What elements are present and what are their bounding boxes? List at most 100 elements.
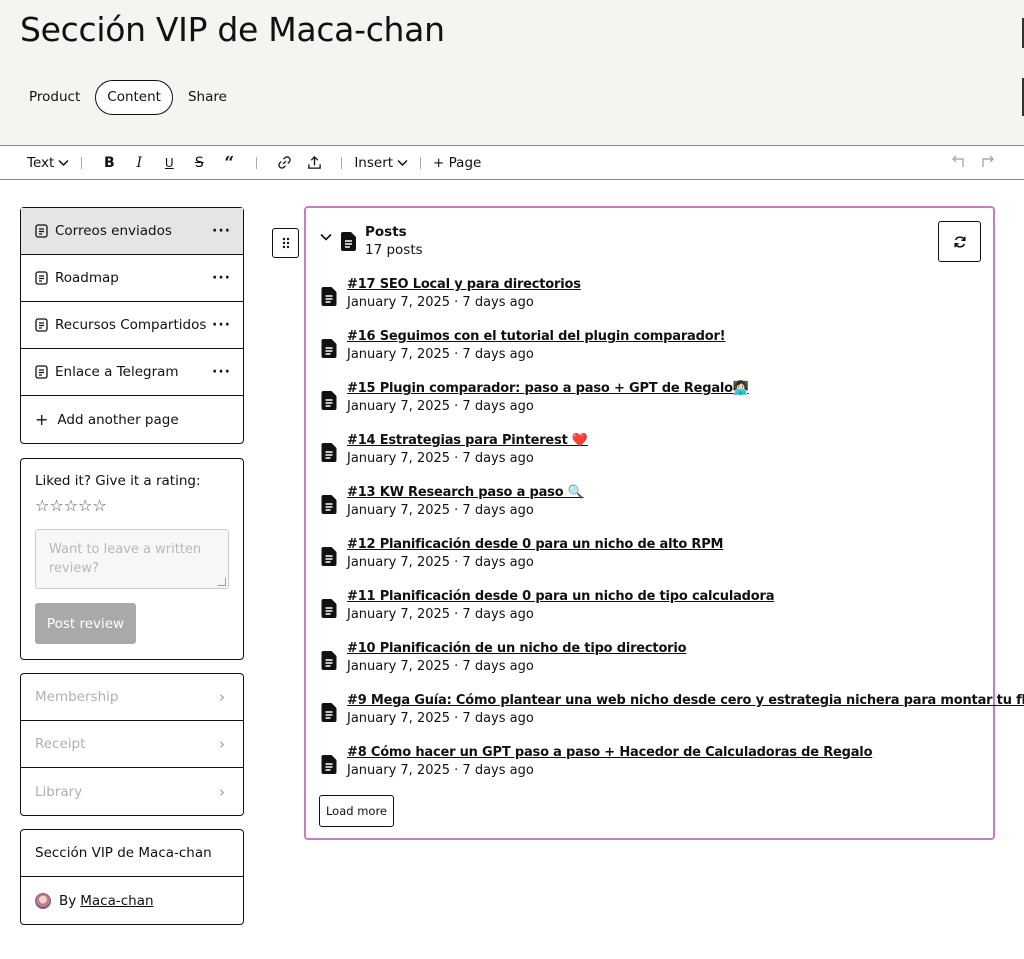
text-style-dropdown[interactable]: Text <box>27 155 69 171</box>
review-textarea[interactable]: Want to leave a written review? <box>35 529 229 589</box>
refresh-button[interactable] <box>938 221 981 262</box>
product-header: Sección VIP de Maca-chan Product Content… <box>0 0 1024 146</box>
document-icon <box>321 599 337 618</box>
sidebar: Correos enviados ··· Roadmap ··· Recurso… <box>20 207 244 925</box>
posts-header: Posts 17 posts <box>320 224 423 258</box>
membership-link[interactable]: Membership › <box>21 674 243 721</box>
rating-title: Liked it? Give it a rating: <box>35 473 201 489</box>
post-date: January 7, 2025 · 7 days ago <box>347 451 534 466</box>
header-tabs: Product Content Share <box>20 80 236 115</box>
quote-button[interactable]: “ <box>214 153 244 173</box>
document-icon <box>35 271 48 285</box>
by-label: By <box>59 892 77 909</box>
posts-count: 17 posts <box>365 242 423 258</box>
drag-handle[interactable] <box>272 228 299 258</box>
chevron-down-icon <box>397 159 408 166</box>
history-controls <box>952 146 994 179</box>
page-item-label: Recursos Compartidos <box>55 317 207 333</box>
post-item: #8 Cómo hacer un GPT paso a paso + Haced… <box>320 744 980 796</box>
undo-button[interactable] <box>952 154 966 172</box>
post-title-link[interactable]: #17 SEO Local y para directorios <box>347 276 581 293</box>
link-button[interactable] <box>269 155 299 170</box>
post-item: #15 Plugin comparador: paso a paso + GPT… <box>320 380 980 432</box>
page-item-label: Enlace a Telegram <box>55 364 179 380</box>
post-review-button[interactable]: Post review <box>35 603 136 644</box>
tab-content[interactable]: Content <box>95 80 173 115</box>
document-icon <box>321 391 337 410</box>
post-item: #12 Planificación desde 0 para un nicho … <box>320 536 980 588</box>
post-title-link[interactable]: #11 Planificación desde 0 para un nicho … <box>347 588 775 605</box>
strikethrough-button[interactable]: S <box>184 155 214 171</box>
receipt-link[interactable]: Receipt › <box>21 721 243 768</box>
tab-share[interactable]: Share <box>179 80 236 115</box>
document-icon <box>35 318 48 332</box>
resize-handle[interactable] <box>218 578 226 586</box>
tab-product[interactable]: Product <box>20 80 89 115</box>
upload-button[interactable] <box>299 155 329 170</box>
post-title-link[interactable]: #14 Estrategias para Pinterest ❤️ <box>347 432 588 449</box>
add-another-page-button[interactable]: + Add another page <box>21 396 243 443</box>
post-list: #17 SEO Local y para directorios January… <box>320 276 1024 796</box>
add-page-label: Add another page <box>57 411 179 428</box>
page-item-enlace-telegram[interactable]: Enlace a Telegram ··· <box>21 349 243 396</box>
avatar <box>35 892 51 909</box>
post-title-link[interactable]: #12 Planificación desde 0 para un nicho … <box>347 536 723 553</box>
document-icon <box>321 547 337 566</box>
document-icon <box>35 224 48 238</box>
post-item: #11 Planificación desde 0 para un nicho … <box>320 588 980 640</box>
post-date: January 7, 2025 · 7 days ago <box>347 763 534 778</box>
toolbar-divider <box>81 156 83 169</box>
post-title-link[interactable]: #15 Plugin comparador: paso a paso + GPT… <box>347 380 749 397</box>
document-icon <box>321 287 337 306</box>
document-icon <box>321 755 337 774</box>
post-date: January 7, 2025 · 7 days ago <box>347 399 534 414</box>
document-icon <box>341 232 356 251</box>
post-title-link[interactable]: #13 KW Research paso a paso 🔍 <box>347 484 584 501</box>
bold-button[interactable]: B <box>94 155 124 171</box>
link-label: Membership <box>35 689 119 705</box>
library-link[interactable]: Library › <box>21 768 243 815</box>
more-options-icon[interactable]: ··· <box>212 270 231 286</box>
post-title-link[interactable]: #8 Cómo hacer un GPT paso a paso + Haced… <box>347 744 873 761</box>
insert-label: Insert <box>354 154 394 171</box>
product-name: Sección VIP de Maca-chan <box>21 830 243 877</box>
star-rating-input[interactable]: ☆☆☆☆☆ <box>35 496 229 515</box>
post-date: January 7, 2025 · 7 days ago <box>347 295 534 310</box>
chevron-right-icon: › <box>219 735 225 753</box>
insert-dropdown[interactable]: Insert <box>354 155 408 171</box>
page-title: Sección VIP de Maca-chan <box>20 10 445 49</box>
review-placeholder: Want to leave a written review? <box>49 542 202 576</box>
page-item-roadmap[interactable]: Roadmap ··· <box>21 255 243 302</box>
post-title-link[interactable]: #10 Planificación de un nicho de tipo di… <box>347 640 687 657</box>
more-options-icon[interactable]: ··· <box>212 364 231 380</box>
post-date: January 7, 2025 · 7 days ago <box>347 607 534 622</box>
post-date: January 7, 2025 · 7 days ago <box>347 711 534 726</box>
italic-button[interactable]: I <box>124 155 154 171</box>
refresh-icon <box>953 235 966 248</box>
redo-button[interactable] <box>980 154 994 172</box>
post-title-link[interactable]: #16 Seguimos con el tutorial del plugin … <box>347 328 726 345</box>
post-title-link[interactable]: #9 Mega Guía: Cómo plantear una web nich… <box>347 692 1024 709</box>
page-item-recursos-compartidos[interactable]: Recursos Compartidos ··· <box>21 302 243 349</box>
creator-link[interactable]: Maca-chan <box>80 893 153 909</box>
collapse-chevron-icon[interactable] <box>320 233 332 241</box>
posts-title: Posts <box>365 224 407 240</box>
text-style-label: Text <box>27 154 55 171</box>
toolbar-divider <box>420 156 422 169</box>
post-item: #9 Mega Guía: Cómo plantear una web nich… <box>320 692 1024 744</box>
upload-icon <box>308 155 321 169</box>
post-item: #13 KW Research paso a paso 🔍 January 7,… <box>320 484 980 536</box>
underline-button[interactable]: U <box>154 156 184 170</box>
page-item-correos-enviados[interactable]: Correos enviados ··· <box>21 208 243 255</box>
load-more-button[interactable]: Load more <box>319 795 394 827</box>
document-icon <box>321 443 337 462</box>
more-options-icon[interactable]: ··· <box>212 317 231 333</box>
post-item: #14 Estrategias para Pinterest ❤️ Januar… <box>320 432 980 484</box>
rating-card: Liked it? Give it a rating: ☆☆☆☆☆ Want t… <box>20 458 244 660</box>
chevron-right-icon: › <box>219 688 225 706</box>
post-date: January 7, 2025 · 7 days ago <box>347 659 534 674</box>
more-options-icon[interactable]: ··· <box>212 223 231 239</box>
posts-block[interactable]: Posts 17 posts #17 SEO Local y para dire… <box>304 206 1024 840</box>
post-date: January 7, 2025 · 7 days ago <box>347 555 534 570</box>
add-page-button[interactable]: + Page <box>433 155 481 171</box>
